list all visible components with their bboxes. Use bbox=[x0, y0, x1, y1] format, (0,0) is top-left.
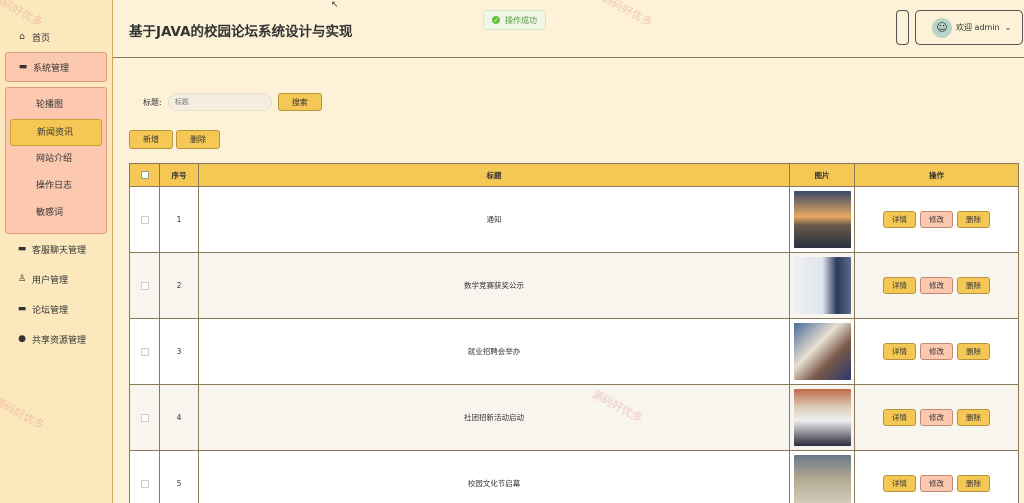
delete-button[interactable]: 删除 bbox=[957, 211, 990, 228]
search-input[interactable] bbox=[167, 93, 272, 111]
news-thumbnail bbox=[793, 389, 851, 446]
news-table: 序号 标题 图片 操作 1 通知 详情 修改 删除 2 数学竞赛获奖公示 详情 … bbox=[129, 163, 1019, 503]
mouse-cursor-icon: ↖ bbox=[331, 0, 339, 10]
edit-button[interactable]: 修改 bbox=[920, 211, 953, 228]
row-title: 数学竞赛获奖公示 bbox=[199, 253, 790, 318]
success-toast: ✓ 操作成功 bbox=[483, 10, 546, 30]
row-title: 通知 bbox=[199, 187, 790, 252]
row-ops: 详情 修改 删除 bbox=[855, 385, 1018, 450]
col-header-image: 图片 bbox=[790, 164, 855, 186]
table-row: 5 校园文化节启幕 详情 修改 删除 bbox=[130, 450, 1018, 503]
menu-forum-label: 论坛管理 bbox=[32, 305, 69, 316]
row-no: 3 bbox=[160, 319, 199, 384]
system-icon: ▬ bbox=[18, 62, 28, 72]
resource-icon: ● bbox=[18, 334, 26, 344]
edit-button[interactable]: 修改 bbox=[920, 409, 953, 426]
welcome-text: 欢迎 admin bbox=[956, 23, 1000, 32]
menu-chat[interactable]: ▬ 客服聊天管理 bbox=[0, 234, 112, 264]
table-row: 2 数学竞赛获奖公示 详情 修改 删除 bbox=[130, 252, 1018, 318]
delete-button[interactable]: 删除 bbox=[957, 277, 990, 294]
delete-button[interactable]: 删除 bbox=[957, 343, 990, 360]
select-all-checkbox[interactable] bbox=[140, 171, 149, 179]
col-header-ops: 操作 bbox=[929, 170, 944, 180]
menu-chat-label: 客服聊天管理 bbox=[32, 245, 87, 256]
check-icon: ✓ bbox=[492, 16, 500, 24]
action-toolbar: 新增 删除 bbox=[129, 130, 220, 149]
submenu-news[interactable]: 新闻资讯 bbox=[10, 119, 102, 146]
add-button[interactable]: 新增 bbox=[129, 130, 173, 149]
row-ops: 详情 修改 删除 bbox=[855, 451, 1018, 503]
detail-button[interactable]: 详情 bbox=[883, 409, 916, 426]
submenu-site-intro[interactable]: 网站介绍 bbox=[10, 146, 102, 173]
menu-resources[interactable]: ● 共享资源管理 bbox=[0, 324, 112, 354]
row-title: 校园文化节启幕 bbox=[199, 451, 790, 503]
row-checkbox[interactable] bbox=[140, 413, 149, 422]
forum-icon: ▬ bbox=[17, 304, 27, 314]
submenu-op-log[interactable]: 操作日志 bbox=[10, 173, 102, 200]
delete-button[interactable]: 删除 bbox=[957, 475, 990, 492]
toast-text: 操作成功 bbox=[505, 15, 537, 25]
header-toggle-button[interactable] bbox=[896, 10, 909, 45]
avatar: ☺ bbox=[932, 17, 952, 38]
batch-delete-button[interactable]: 删除 bbox=[176, 130, 220, 149]
menu-system[interactable]: ▬ 系统管理 bbox=[5, 52, 107, 82]
menu-resources-label: 共享资源管理 bbox=[32, 335, 87, 346]
home-icon: ⌂ bbox=[19, 32, 25, 42]
row-ops: 详情 修改 删除 bbox=[855, 319, 1018, 384]
menu-home[interactable]: ⌂ 首页 bbox=[0, 22, 112, 52]
news-thumbnail bbox=[793, 191, 851, 248]
search-button[interactable]: 搜索 bbox=[277, 93, 322, 111]
row-checkbox[interactable] bbox=[140, 347, 149, 356]
edit-button[interactable]: 修改 bbox=[920, 277, 953, 294]
delete-button[interactable]: 删除 bbox=[957, 409, 990, 426]
user-menu-button[interactable]: ☺ 欢迎 admin ⌄ bbox=[915, 10, 1023, 45]
row-checkbox[interactable] bbox=[140, 215, 149, 224]
row-title: 社团招新活动启动 bbox=[199, 385, 790, 450]
news-thumbnail bbox=[793, 257, 851, 314]
row-no: 2 bbox=[160, 253, 199, 318]
detail-button[interactable]: 详情 bbox=[883, 211, 916, 228]
submenu-carousel[interactable]: 轮播图 bbox=[10, 92, 102, 119]
edit-button[interactable]: 修改 bbox=[920, 475, 953, 492]
user-icon: ♙ bbox=[17, 274, 27, 284]
sidebar: ⌂ 首页 ▬ 系统管理 轮播图 新闻资讯 网站介绍 操作日志 敏感词 ▬ 客服聊… bbox=[0, 0, 113, 503]
table-row: 3 就业招聘会举办 详情 修改 删除 bbox=[130, 318, 1018, 384]
detail-button[interactable]: 详情 bbox=[883, 343, 916, 360]
detail-button[interactable]: 详情 bbox=[883, 475, 916, 492]
row-ops: 详情 修改 删除 bbox=[855, 253, 1018, 318]
table-row: 4 社团招新活动启动 详情 修改 删除 bbox=[130, 384, 1018, 450]
menu-users-label: 用户管理 bbox=[32, 275, 69, 286]
edit-button[interactable]: 修改 bbox=[920, 343, 953, 360]
menu-home-label: 首页 bbox=[32, 33, 51, 44]
row-no: 4 bbox=[160, 385, 199, 450]
menu-forum[interactable]: ▬ 论坛管理 bbox=[0, 294, 112, 324]
news-thumbnail bbox=[793, 455, 851, 503]
menu-system-label: 系统管理 bbox=[33, 63, 70, 74]
news-thumbnail bbox=[793, 323, 851, 380]
detail-button[interactable]: 详情 bbox=[883, 277, 916, 294]
row-checkbox[interactable] bbox=[140, 281, 149, 290]
system-submenu: 轮播图 新闻资讯 网站介绍 操作日志 敏感词 bbox=[5, 87, 107, 234]
col-header-title: 标题 bbox=[199, 164, 790, 186]
search-label: 标题: bbox=[143, 97, 162, 107]
row-title: 就业招聘会举办 bbox=[199, 319, 790, 384]
menu-users[interactable]: ♙ 用户管理 bbox=[0, 264, 112, 294]
main-content: 标题: 搜索 新增 删除 序号 标题 图片 操作 1 通知 详情 修改 删除 bbox=[113, 59, 1024, 503]
table-row: 1 通知 详情 修改 删除 bbox=[130, 186, 1018, 252]
chevron-down-icon: ⌄ bbox=[1004, 23, 1012, 32]
search-bar: 标题: 搜索 bbox=[143, 93, 322, 111]
row-no: 5 bbox=[160, 451, 199, 503]
col-header-no: 序号 bbox=[160, 164, 199, 186]
table-header: 序号 标题 图片 操作 bbox=[130, 164, 1018, 186]
row-ops: 详情 修改 删除 bbox=[855, 187, 1018, 252]
chat-icon: ▬ bbox=[17, 244, 27, 254]
row-no: 1 bbox=[160, 187, 199, 252]
submenu-sensitive-words[interactable]: 敏感词 bbox=[10, 200, 102, 227]
header: 基于JAVA的校园论坛系统设计与实现 ✓ 操作成功 ☺ 欢迎 admin ⌄ bbox=[113, 0, 1024, 58]
row-checkbox[interactable] bbox=[140, 479, 149, 488]
page-title: 基于JAVA的校园论坛系统设计与实现 bbox=[129, 24, 353, 40]
